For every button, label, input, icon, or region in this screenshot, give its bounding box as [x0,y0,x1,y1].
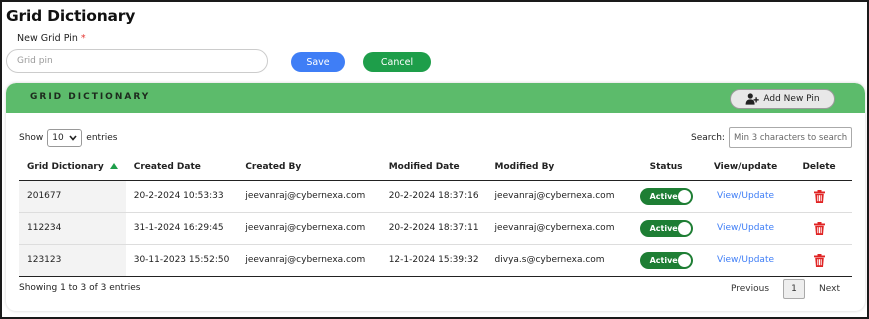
cell-created-date: 31-1-2024 16:29:45 [125,212,238,245]
cell-status: Active [627,212,705,245]
column-header-modified-by[interactable]: Modified By [486,155,628,181]
cell-modified-by: jeevanraj@cybernexa.com [486,212,628,245]
view-update-link[interactable]: View/Update [717,223,774,233]
toggle-knob [677,253,691,267]
sort-ascending-icon [109,162,118,169]
cell-modified-date: 12-1-2024 15:39:32 [380,244,487,277]
table-header-row: Grid Dictionary Created Date Created By … [19,155,852,181]
cell-grid-pin: 201677 [19,180,126,213]
status-label: Active [649,255,678,265]
page-1-button[interactable]: 1 [783,279,806,299]
search-label: Search: [691,132,725,143]
search-control: Search: [691,127,852,148]
field-label-text: New Grid Pin [17,33,78,44]
trash-icon[interactable] [813,189,825,203]
column-header-status[interactable]: Status [627,155,705,181]
toggle-knob [677,189,691,203]
cell-view-update: View/Update [704,180,787,213]
cell-view-update: View/Update [704,212,787,245]
page-title: Grid Dictionary [6,7,136,25]
add-user-icon [745,93,760,105]
show-label: Show [19,133,44,143]
cell-delete [786,244,852,277]
entries-label: entries [86,133,118,143]
cell-created-date: 20-2-2024 10:53:33 [125,180,238,213]
trash-icon[interactable] [813,221,825,235]
table-row: 123123 30-11-2023 15:52:50 jeevanraj@cyb… [19,244,852,277]
view-update-link[interactable]: View/Update [717,191,774,201]
view-update-link[interactable]: View/Update [717,255,774,265]
grid-pin-input[interactable] [6,49,268,73]
pagination: Previous 1 Next [731,279,840,299]
previous-page-button[interactable]: Previous [731,284,769,294]
entries-value: 10 [52,133,64,143]
column-header-view-update[interactable]: View/update [704,155,787,181]
grid-dictionary-card: GRID DICTIONARY Add New Pin Show 10 entr… [6,83,865,311]
app-frame: Grid Dictionary New Grid Pin * Save Canc… [0,0,869,319]
required-marker: * [80,33,86,44]
table-info: Showing 1 to 3 of 3 entries [19,283,141,293]
status-toggle[interactable]: Active [639,219,693,237]
column-header-created-date[interactable]: Created Date [125,155,238,181]
cell-modified-date: 20-2-2024 18:37:16 [380,180,487,213]
column-header-delete[interactable]: Delete [786,155,852,181]
next-page-button[interactable]: Next [819,284,840,294]
column-header-modified-date[interactable]: Modified Date [380,155,487,181]
cell-modified-by: divya.s@cybernexa.com [486,244,628,277]
cell-delete [786,180,852,213]
column-header-grid-dictionary[interactable]: Grid Dictionary [19,155,126,181]
toggle-knob [677,221,691,235]
save-button[interactable]: Save [291,52,345,72]
entries-length-control: Show 10 entries [19,129,118,147]
search-input[interactable] [728,127,852,148]
cell-status: Active [627,180,705,213]
cell-created-by: jeevanraj@cybernexa.com [237,180,381,213]
grid-dictionary-table: Grid Dictionary Created Date Created By … [19,155,852,277]
card-header: GRID DICTIONARY Add New Pin [6,83,865,113]
cell-created-by: jeevanraj@cybernexa.com [237,244,381,277]
cell-delete [786,212,852,245]
cell-created-by: jeevanraj@cybernexa.com [237,212,381,245]
add-new-pin-label: Add New Pin [763,94,820,104]
cell-modified-date: 20-2-2024 18:37:11 [380,212,487,245]
cancel-button[interactable]: Cancel [363,52,431,72]
status-label: Active [649,223,678,233]
new-grid-pin-label: New Grid Pin * [17,33,86,44]
cell-modified-by: jeevanraj@cybernexa.com [486,180,628,213]
cell-created-date: 30-11-2023 15:52:50 [125,244,238,277]
status-toggle[interactable]: Active [639,251,693,269]
status-toggle[interactable]: Active [639,187,693,205]
card-title: GRID DICTIONARY [30,92,151,102]
table-row: 201677 20-2-2024 10:53:33 jeevanraj@cybe… [19,180,852,213]
cell-grid-pin: 112234 [19,212,126,245]
cell-view-update: View/Update [704,244,787,277]
column-header-created-by[interactable]: Created By [237,155,381,181]
column-label: Grid Dictionary [27,162,104,173]
table-row: 112234 31-1-2024 16:29:45 jeevanraj@cybe… [19,212,852,245]
status-label: Active [649,191,678,201]
add-new-pin-button[interactable]: Add New Pin [730,89,835,109]
chevron-down-icon [69,135,77,141]
entries-select[interactable]: 10 [47,129,83,147]
cell-grid-pin: 123123 [19,244,126,277]
cell-status: Active [627,244,705,277]
trash-icon[interactable] [813,253,825,267]
